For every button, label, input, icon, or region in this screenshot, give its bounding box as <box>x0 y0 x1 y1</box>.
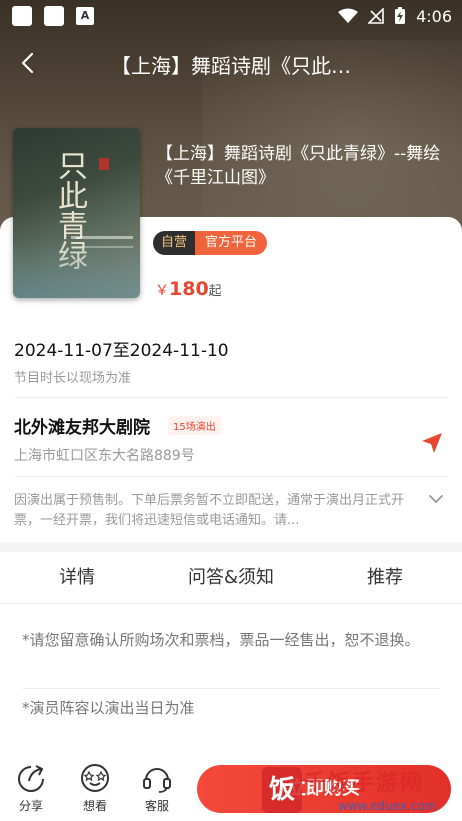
price: ￥180起 <box>155 278 222 300</box>
divider <box>14 476 448 477</box>
presale-notice[interactable]: 因演出属于预售制。下单后票务暂不立即配送，通常于演出月正式开票，一经开票，我们将… <box>14 491 418 531</box>
chevron-down-icon[interactable] <box>427 490 445 508</box>
customer-service-button[interactable]: 客服 <box>132 763 182 814</box>
tab-qa-notice[interactable]: 问答&须知 <box>154 552 308 603</box>
detail-line: *请您留意确认所购场次和票档，票品一经售出，恕不退换。 <box>22 631 420 649</box>
headset-icon <box>143 768 171 793</box>
poster-seal <box>99 158 109 170</box>
no-signal-icon <box>368 8 384 24</box>
detail-line: *演员阵容以演出当日为准 <box>22 699 195 717</box>
price-amount: 180 <box>169 278 209 300</box>
share-label: 分享 <box>18 799 43 813</box>
a-icon: A <box>76 7 94 25</box>
venue-name[interactable]: 北外滩友邦大剧院 <box>14 413 150 438</box>
date-range: 2024-11-07至2024-11-10 <box>14 341 229 361</box>
self-operated-badge: 自营 <box>153 231 196 255</box>
wifi-icon <box>338 8 359 23</box>
platform-badges: 自营 官方平台 <box>153 231 268 255</box>
share-icon <box>18 765 44 792</box>
top-bar: 【上海】舞蹈诗剧《只此… <box>0 36 462 90</box>
want-button[interactable]: 想看 <box>70 763 120 814</box>
divider <box>14 397 448 398</box>
customer-service-label: 客服 <box>144 799 169 813</box>
price-currency: ￥ <box>155 283 169 299</box>
event-title: 【上海】舞蹈诗剧《只此青绿》--舞绘《千里江山图》 <box>156 144 441 188</box>
venue-address[interactable]: 上海市虹口区东大名路889号 <box>14 445 195 465</box>
buy-now-button[interactable]: 立即购买 <box>197 765 451 813</box>
app-icon <box>44 6 64 26</box>
shows-count-badge: 15场演出 <box>168 416 221 435</box>
bottom-action-bar: 分享 想看 客服 立即购买 <box>0 755 462 821</box>
tab-details[interactable]: 详情 <box>0 552 154 603</box>
page-title: 【上海】舞蹈诗剧《只此… <box>111 54 351 78</box>
event-poster[interactable]: 只此青绿 <box>13 128 140 298</box>
price-suffix: 起 <box>208 284 222 299</box>
tab-recommend[interactable]: 推荐 <box>308 552 462 603</box>
section-gap <box>0 542 462 552</box>
battery-charging-icon <box>395 7 406 24</box>
want-label: 想看 <box>82 799 107 813</box>
status-time: 4:06 <box>416 6 452 26</box>
location-arrow-icon[interactable] <box>421 432 443 454</box>
tab-bar: 详情 问答&须知 推荐 <box>0 552 462 604</box>
star-eyes-icon <box>81 764 109 792</box>
divider <box>22 688 440 689</box>
app-icon <box>12 6 32 26</box>
official-platform-badge: 官方平台 <box>195 231 268 255</box>
duration-note: 节目时长以现场为准 <box>14 371 132 386</box>
poster-landscape <box>13 238 140 298</box>
status-bar: A 4:06 <box>0 0 462 32</box>
share-button[interactable]: 分享 <box>6 763 56 814</box>
